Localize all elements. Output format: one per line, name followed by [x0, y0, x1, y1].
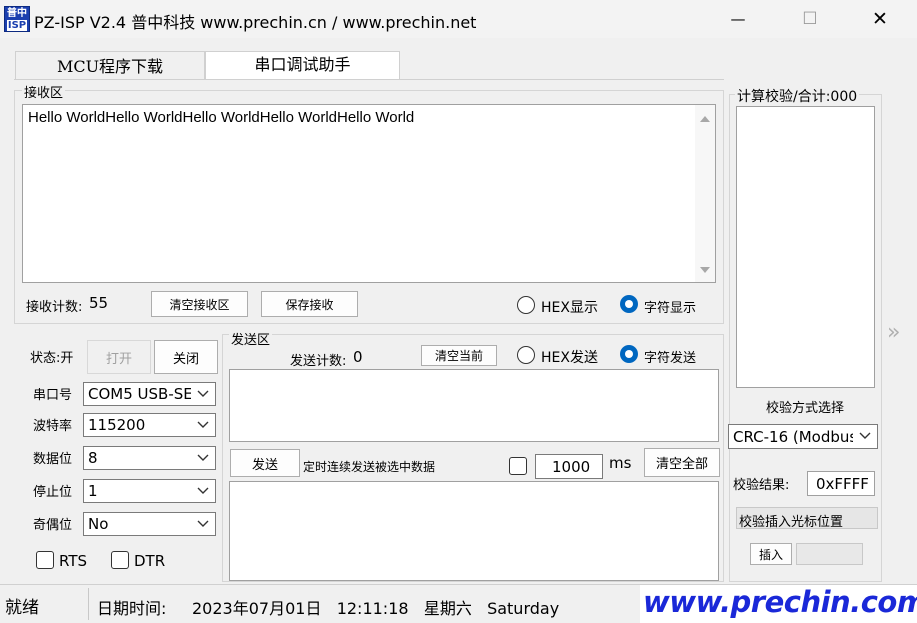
send-group-label: 发送区	[229, 329, 273, 348]
tab-serial-assistant[interactable]: 串口调试助手	[205, 51, 400, 80]
checksum-method-select[interactable]: CRC-16 (Modbus)	[728, 424, 878, 449]
rts-checkbox[interactable]	[36, 551, 54, 569]
chevron-down-icon	[197, 421, 209, 428]
parity-label: 奇偶位	[33, 518, 73, 533]
minimize-button[interactable]: —	[715, 6, 761, 32]
checksum-result-label: 校验结果:	[733, 478, 790, 493]
maximize-button[interactable]: ☐	[787, 6, 833, 32]
clear-all-button[interactable]: 清空全部	[644, 448, 720, 477]
datetime-label: 日期时间:	[97, 599, 167, 618]
clear-receive-button[interactable]: 清空接收区	[151, 291, 248, 317]
stopbits-select[interactable]: 1	[83, 479, 216, 503]
title-bar: 普中 ISP PZ-ISP V2.4 普中科技 www.prechin.cn /…	[0, 0, 917, 38]
checksum-result-box: 0xFFFF	[807, 471, 875, 496]
chevron-down-icon	[197, 390, 209, 397]
send-button[interactable]: 发送	[230, 449, 300, 477]
checksum-method-label: 校验方式选择	[766, 401, 845, 416]
interval-value: 1000	[552, 458, 591, 476]
save-receive-button[interactable]: 保存接收	[261, 291, 358, 317]
stopbits-select-value: 1	[88, 482, 98, 500]
scrollbar[interactable]	[695, 105, 715, 282]
scroll-down-icon[interactable]	[695, 262, 715, 278]
status-bar: 就绪 日期时间: 2023年07月01日 12:11:18 星期六 Saturd…	[0, 584, 917, 623]
chevron-down-icon	[859, 432, 871, 439]
status-divider	[88, 588, 89, 620]
timer-send-checkbox[interactable]	[509, 457, 527, 475]
expand-panel-button[interactable]: »	[884, 80, 910, 582]
app-logo-icon: 普中 ISP	[4, 6, 30, 32]
parity-select-value: No	[88, 515, 109, 533]
receive-text: Hello WorldHello WorldHello WorldHello W…	[28, 109, 415, 126]
interval-input[interactable]: 1000	[535, 454, 603, 479]
char-display-label[interactable]: 字符显示	[644, 297, 696, 316]
dtr-label[interactable]: DTR	[134, 552, 165, 570]
stopbits-label: 停止位	[33, 485, 73, 500]
tab-label: 串口调试助手	[254, 55, 351, 74]
window-title: PZ-ISP V2.4 普中科技 www.prechin.cn / www.pr…	[34, 13, 477, 32]
checksum-insert-label: 校验插入光标位置	[739, 515, 844, 530]
send-textarea[interactable]	[229, 369, 719, 442]
interval-unit: ms	[609, 454, 632, 472]
send-count-value: 0	[353, 348, 363, 366]
hex-send-label[interactable]: HEX发送	[541, 347, 598, 367]
logo-bottom-text: ISP	[7, 20, 27, 31]
char-send-label[interactable]: 字符发送	[644, 347, 696, 366]
timer-send-label: 定时连续发送被选中数据	[303, 460, 436, 474]
checksum-result-value: 0xFFFF	[816, 475, 869, 493]
open-port-button[interactable]: 打开	[87, 340, 151, 374]
char-display-radio[interactable]	[620, 295, 638, 313]
rts-label[interactable]: RTS	[59, 552, 87, 570]
baud-label: 波特率	[33, 419, 73, 434]
checksum-textarea[interactable]	[736, 106, 875, 388]
databits-select-value: 8	[88, 449, 98, 467]
port-select-value: COM5 USB-SERIAL	[88, 385, 191, 403]
hex-display-label[interactable]: HEX显示	[541, 297, 598, 317]
databits-select[interactable]: 8	[83, 446, 216, 470]
receive-count-label: 接收计数:	[26, 300, 83, 315]
chevron-right-icon: »	[887, 320, 901, 345]
databits-label: 数据位	[33, 452, 73, 467]
dtr-checkbox[interactable]	[111, 551, 129, 569]
receive-count-value: 55	[89, 294, 109, 312]
port-label: 串口号	[33, 388, 73, 403]
tab-panel-border	[14, 79, 724, 80]
brand-text: www.prechin.com	[643, 585, 917, 619]
char-send-radio[interactable]	[620, 345, 638, 363]
checksum-title: 计算校验/合计:000	[735, 86, 860, 106]
clear-current-button[interactable]: 清空当前	[421, 345, 497, 366]
close-port-button[interactable]: 关闭	[154, 340, 218, 374]
chevron-down-icon	[197, 520, 209, 527]
send-list-area[interactable]	[229, 481, 719, 581]
hex-display-radio[interactable]	[517, 296, 535, 314]
insert-checksum-button[interactable]: 插入	[750, 543, 792, 565]
baud-select-value: 115200	[88, 416, 146, 434]
chevron-down-icon	[197, 454, 209, 461]
send-count-label: 发送计数:	[290, 354, 347, 369]
chevron-down-icon	[197, 487, 209, 494]
checksum-method-value: CRC-16 (Modbus)	[733, 427, 853, 446]
port-status: 状态:开	[30, 351, 74, 366]
hex-send-radio[interactable]	[517, 346, 535, 364]
brand-logo: www.prechin.com	[640, 585, 917, 623]
port-select[interactable]: COM5 USB-SERIAL	[83, 382, 216, 406]
receive-group-label: 接收区	[22, 82, 66, 101]
close-button[interactable]: ✕	[857, 6, 903, 32]
tab-label: MCU程序下载	[56, 57, 164, 76]
logo-top-text: 普中	[7, 8, 27, 19]
parity-select[interactable]: No	[83, 512, 216, 536]
scroll-up-icon[interactable]	[695, 111, 715, 127]
datetime-value: 2023年07月01日 12:11:18 星期六 Saturday	[192, 599, 560, 618]
tab-mcu-download[interactable]: MCU程序下载	[15, 51, 205, 80]
receive-textarea[interactable]: Hello WorldHello WorldHello WorldHello W…	[22, 104, 716, 283]
baud-select[interactable]: 115200	[83, 413, 216, 437]
insert-position-field	[796, 543, 863, 565]
checksum-insert-label-box: 校验插入光标位置	[736, 507, 878, 530]
status-ready: 就绪	[5, 598, 39, 618]
